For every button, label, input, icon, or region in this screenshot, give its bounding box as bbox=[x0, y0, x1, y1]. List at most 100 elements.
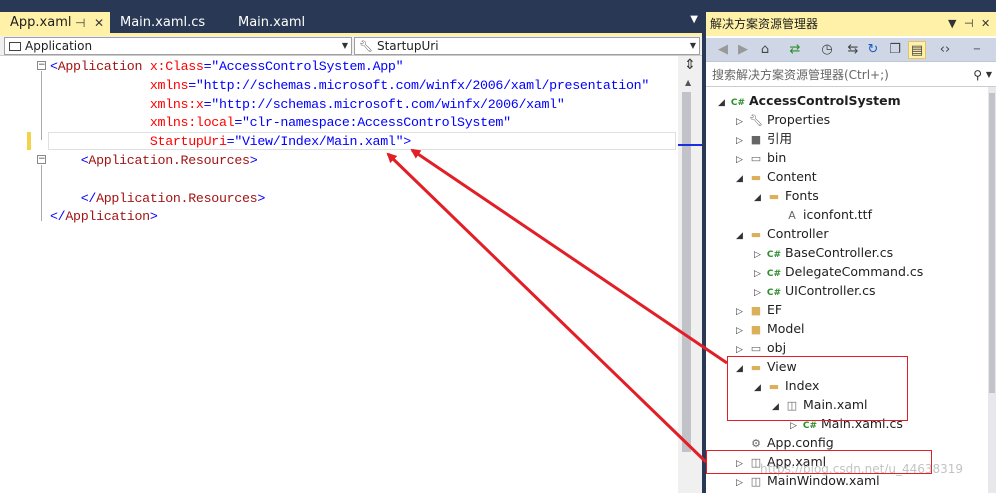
tree-item[interactable]: ◢ ▬ Fonts bbox=[752, 186, 819, 205]
watermark: https://blog.csdn.net/u_44638319 bbox=[760, 462, 964, 476]
view-code-icon[interactable]: ‹› bbox=[936, 41, 954, 59]
expanded-chevron-icon[interactable]: ◢ bbox=[770, 398, 781, 417]
expanded-chevron-icon[interactable]: ◢ bbox=[752, 189, 763, 208]
tab-main-xaml-cs[interactable]: Main.xaml.cs bbox=[110, 12, 225, 35]
tree-item[interactable]: ▷ 🔧︎ Properties bbox=[734, 110, 830, 129]
tree-item[interactable]: ◢ ▬ Controller bbox=[734, 224, 828, 246]
code-line: xmlns="http://schemas.microsoft.com/winf… bbox=[50, 77, 649, 95]
expanded-chevron-icon[interactable]: ◢ bbox=[734, 170, 745, 189]
pin-icon[interactable]: ⊣ bbox=[75, 12, 85, 34]
tree-item[interactable]: ▷ C# UIController.cs bbox=[752, 281, 876, 300]
code-token: "clr-namespace:AccessControlSystem" bbox=[242, 115, 511, 131]
tree-item-label: AccessControlSystem bbox=[749, 93, 901, 108]
collapsed-chevron-icon[interactable]: ▷ bbox=[734, 474, 745, 493]
switch-views-icon[interactable]: ⇆ bbox=[844, 41, 862, 59]
tree-item-label: Main.xaml.cs bbox=[821, 416, 903, 431]
close-icon[interactable]: ✕ bbox=[94, 12, 104, 34]
code-line: xmlns:local="clr-namespace:AccessControl… bbox=[50, 114, 511, 132]
code-token: "AccessControlSystem.App" bbox=[211, 59, 404, 74]
folder-dotted-icon: ▭ bbox=[750, 152, 762, 165]
folder-dotted-icon: ▭ bbox=[750, 342, 762, 355]
fold-guide bbox=[41, 165, 42, 207]
tab-main-xaml[interactable]: Main.xaml bbox=[228, 12, 343, 35]
tree-item[interactable]: ▷ C# DelegateCommand.cs bbox=[752, 262, 923, 281]
expanded-chevron-icon[interactable]: ◢ bbox=[752, 379, 763, 398]
tree-item[interactable]: ◢ C# AccessControlSystem bbox=[716, 91, 901, 110]
tree-item-label: Content bbox=[767, 169, 817, 184]
tree-item[interactable]: ▷ C# BaseController.cs bbox=[752, 243, 893, 262]
tree-item-label: bin bbox=[767, 150, 787, 165]
sync-icon[interactable]: ⇄ bbox=[786, 41, 804, 59]
forward-icon[interactable]: ▶ bbox=[734, 41, 752, 59]
tab-overflow-dropdown-icon[interactable]: ▼ bbox=[690, 14, 698, 25]
expanded-chevron-icon[interactable]: ◢ bbox=[716, 94, 727, 113]
code-line: StartupUri="View/Index/Main.xaml"> bbox=[50, 133, 411, 151]
folder-open-icon: ▬ bbox=[768, 190, 780, 203]
folder-open-icon: ▬ bbox=[750, 361, 762, 374]
toolbar-overflow-icon[interactable]: − bbox=[968, 41, 986, 59]
tree-item[interactable]: ▷ ■ 引用 bbox=[734, 129, 792, 148]
home-icon[interactable]: ⌂ bbox=[756, 41, 774, 59]
scroll-thumb[interactable] bbox=[989, 93, 995, 393]
close-icon[interactable]: ✕ bbox=[981, 12, 990, 36]
fold-collapse-icon[interactable]: − bbox=[37, 155, 46, 164]
tree-item[interactable]: ▷ C# Main.xaml.cs bbox=[788, 414, 903, 433]
tree-item-label: EF bbox=[767, 302, 783, 317]
code-token: StartupUri bbox=[50, 134, 227, 150]
code-line: <Application.Resources> bbox=[50, 152, 258, 170]
code-token: = bbox=[188, 77, 196, 93]
refresh-icon[interactable]: ↻ bbox=[864, 41, 882, 59]
unsaved-change-marker bbox=[27, 132, 31, 150]
tab-app-xaml[interactable]: App.xaml ⊣ ✕ bbox=[0, 12, 110, 35]
show-all-files-icon[interactable]: ▤ bbox=[908, 41, 926, 59]
navigation-bar: Application ▼ 🔧︎ StartupUri ▼ bbox=[0, 36, 702, 56]
scroll-up-icon[interactable]: ▲ bbox=[685, 78, 691, 87]
tree-item[interactable]: ◢ ▬ View bbox=[734, 357, 797, 376]
type-selector-combo[interactable]: Application ▼ bbox=[4, 37, 352, 55]
expanded-chevron-icon[interactable]: ◢ bbox=[734, 227, 745, 246]
history-icon[interactable]: ◷ bbox=[818, 41, 836, 59]
code-token: < bbox=[50, 59, 58, 74]
config-file-icon: ⚙ bbox=[751, 437, 761, 450]
code-text-area[interactable]: − − <Application x:Class="AccessControlS… bbox=[0, 56, 678, 493]
tree-item[interactable]: ▷ ■ Model bbox=[734, 319, 805, 338]
collapse-all-icon[interactable]: ❐ bbox=[886, 41, 904, 59]
code-line: <Application x:Class="AccessControlSyste… bbox=[50, 58, 404, 76]
scroll-thumb[interactable] bbox=[682, 92, 691, 452]
chevron-down-icon[interactable]: ▼ bbox=[986, 63, 992, 87]
tree-item[interactable]: ◢ ◫ Main.xaml bbox=[770, 395, 868, 414]
code-token: < bbox=[50, 153, 89, 168]
chevron-down-icon: ▼ bbox=[689, 41, 696, 50]
expanded-chevron-icon[interactable]: ◢ bbox=[734, 360, 745, 379]
tree-item[interactable]: Aiconfont.ttf bbox=[770, 205, 872, 224]
code-token: > bbox=[249, 153, 258, 168]
tree-item[interactable]: ◢ ▬ Content bbox=[734, 167, 817, 186]
code-token: </ bbox=[50, 190, 97, 206]
code-token: Application.Resources bbox=[88, 153, 250, 168]
tree-item-label: Model bbox=[767, 321, 805, 336]
tree-vertical-scrollbar[interactable] bbox=[988, 87, 996, 493]
tree-item-label: Main.xaml bbox=[803, 397, 868, 412]
tree-item[interactable]: ▷ ■ EF bbox=[734, 300, 782, 319]
tree-item[interactable]: ▷ ▭ bin bbox=[734, 148, 786, 167]
code-token: xmlns bbox=[50, 77, 189, 93]
panel-dropdown-icon[interactable]: ▼ bbox=[948, 12, 956, 36]
code-token: "http://schemas.microsoft.com/winfx/2006… bbox=[211, 96, 565, 112]
code-token: Application.Resources bbox=[96, 190, 258, 206]
tree-item[interactable]: ▷ ▭ obj bbox=[734, 338, 786, 357]
tree-item-label: Properties bbox=[767, 112, 831, 127]
member-selector-value: StartupUri bbox=[376, 39, 439, 53]
tree-item[interactable]: ⚙ App.config bbox=[734, 433, 834, 452]
tree-item[interactable]: ◢ ▬ Index bbox=[752, 376, 819, 395]
editor-vertical-scrollbar[interactable]: ⇕ ▲ bbox=[678, 56, 702, 493]
wrench-icon: 🔧︎ bbox=[749, 114, 763, 127]
tab-label: App.xaml bbox=[10, 15, 72, 30]
split-window-icon[interactable]: ⇕ bbox=[682, 58, 698, 74]
back-icon[interactable]: ◀ bbox=[714, 41, 732, 59]
fold-collapse-icon[interactable]: − bbox=[37, 61, 46, 70]
search-icon[interactable]: ⚲ bbox=[973, 63, 982, 87]
member-selector-combo[interactable]: 🔧︎ StartupUri ▼ bbox=[354, 37, 700, 55]
solution-search-input[interactable]: 搜索解决方案资源管理器(Ctrl+;) ⚲ ▼ bbox=[706, 63, 996, 87]
tree-item-label: View bbox=[767, 359, 797, 374]
pin-icon[interactable]: ⊣ bbox=[964, 12, 974, 36]
